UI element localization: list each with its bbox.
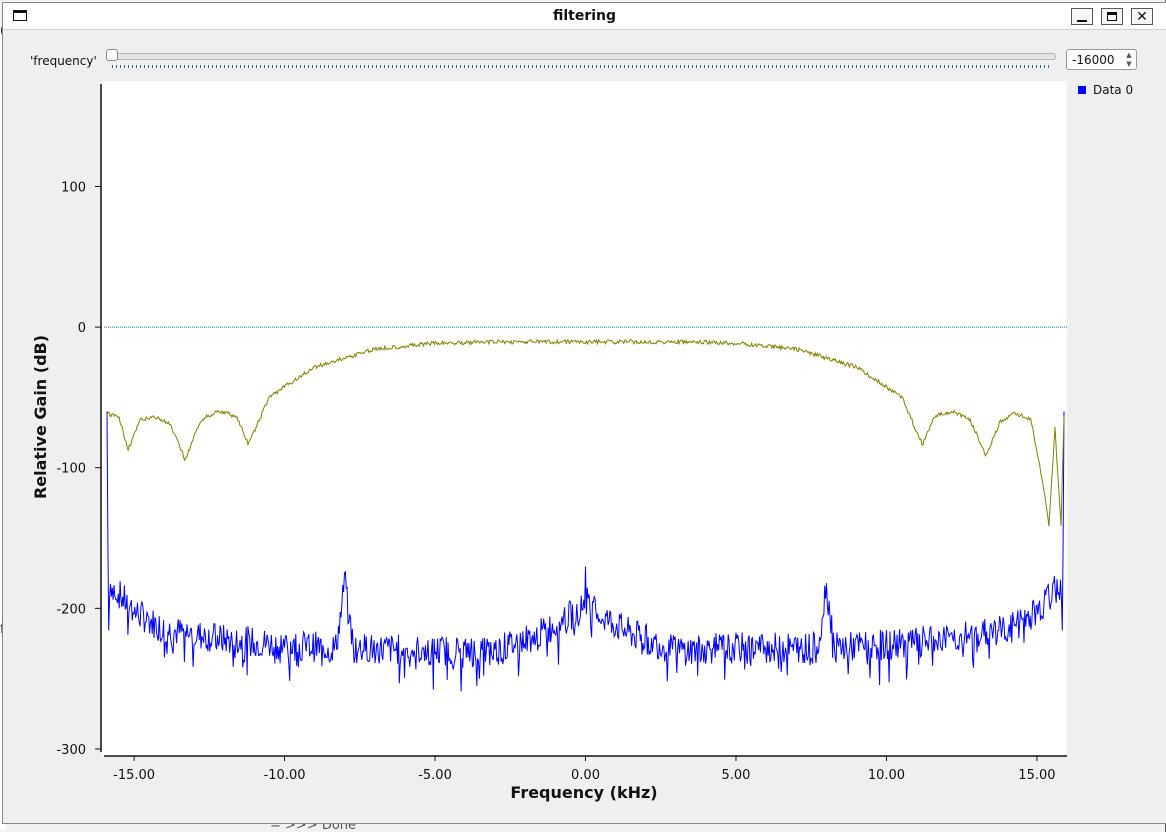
x-tick-label: -15.00 <box>113 768 155 783</box>
y-tick-label: -300 <box>56 743 86 758</box>
y-tick-label: 0 <box>78 321 86 336</box>
y-tick-label: -200 <box>56 602 86 617</box>
y-tick-label: 100 <box>61 180 86 195</box>
y-axis-title: Relative Gain (dB) <box>31 335 50 499</box>
y-tick-label: -100 <box>56 462 86 477</box>
x-tick-label: -5.00 <box>418 768 452 783</box>
frequency-response-plot[interactable]: -15.00 -10.00 -5.00 0.00 5.00 10.00 15.00 100 0 -… <box>0 0 1166 832</box>
x-tick-label: -10.00 <box>264 768 306 783</box>
x-tick-label: 15.00 <box>1018 768 1055 783</box>
legend-label: Data 0 <box>1093 83 1134 97</box>
legend-swatch <box>1078 86 1086 94</box>
x-tick-label: 5.00 <box>721 768 750 783</box>
x-tick-label: 10.00 <box>868 768 905 783</box>
x-axis-title: Frequency (kHz) <box>510 783 657 802</box>
x-tick-label: 0.00 <box>571 768 600 783</box>
legend-entry-data-0[interactable]: Data 0 <box>1078 83 1133 97</box>
